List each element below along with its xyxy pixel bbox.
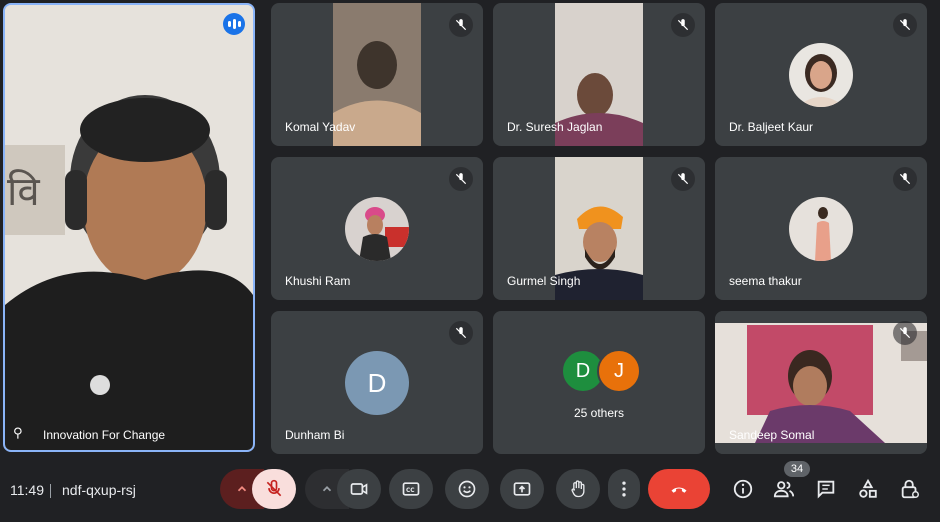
mic-off-icon: [449, 167, 473, 191]
chat-icon: [817, 480, 835, 499]
captions-button[interactable]: CC: [389, 469, 433, 509]
participant-name: Khushi Ram: [285, 274, 351, 288]
avatar: [345, 197, 409, 261]
avatar: [789, 43, 853, 107]
participant-name: Dr. Suresh Jaglan: [507, 120, 603, 134]
mic-off-icon: [449, 13, 473, 37]
avatar: J: [597, 349, 641, 393]
mic-off-icon: [266, 479, 282, 497]
participant-name: Gurmel Singh: [507, 274, 581, 288]
participant-name: Innovation For Change: [43, 428, 166, 442]
participant-tile-sandeep[interactable]: Sandeep Somal: [715, 311, 927, 454]
host-controls-button[interactable]: [894, 473, 926, 505]
hand-icon: [571, 480, 585, 498]
participant-tile-dunham[interactable]: D Dunham Bi: [271, 311, 483, 454]
participant-tile-seema[interactable]: seema thakur: [715, 157, 927, 300]
chevron-up-icon: [322, 486, 332, 492]
participant-name: seema thakur: [729, 274, 802, 288]
chat-button[interactable]: [810, 473, 842, 505]
others-tile[interactable]: D J 25 others: [493, 311, 705, 454]
participant-tile-suresh[interactable]: Dr. Suresh Jaglan: [493, 3, 705, 146]
captions-icon: CC: [402, 482, 420, 496]
participant-name: Komal Yadav: [285, 120, 356, 134]
reactions-button[interactable]: [445, 469, 489, 509]
lock-person-icon: [901, 479, 919, 499]
speaker-tile[interactable]: वि ⚲ Innovation For Change: [3, 3, 255, 452]
participant-tile-khushi[interactable]: Khushi Ram: [271, 157, 483, 300]
camera-toggle-button[interactable]: [337, 469, 381, 509]
leave-call-button[interactable]: [648, 469, 710, 509]
present-icon: [513, 482, 531, 496]
speaking-indicator: [223, 13, 245, 35]
pin-icon[interactable]: ⚲: [13, 425, 23, 441]
people-icon: [773, 481, 795, 498]
video-camera-icon: [350, 483, 368, 495]
present-screen-button[interactable]: [500, 469, 544, 509]
participant-name: Dunham Bi: [285, 428, 345, 442]
avatar: [789, 197, 853, 261]
people-button[interactable]: [768, 473, 800, 505]
participant-count-badge: 34: [784, 461, 810, 477]
activities-button[interactable]: [852, 473, 884, 505]
participant-tile-komal[interactable]: Komal Yadav: [271, 3, 483, 146]
mic-off-icon: [893, 321, 917, 345]
microphone-toggle-button[interactable]: [252, 469, 296, 509]
chevron-up-icon: [237, 486, 247, 492]
more-vert-icon: [622, 481, 626, 497]
svg-text:वि: वि: [7, 169, 40, 215]
mic-off-icon: [671, 167, 695, 191]
participant-tile-gurmel[interactable]: Gurmel Singh: [493, 157, 705, 300]
toolbar-divider: [50, 484, 51, 498]
meeting-details-button[interactable]: [727, 473, 759, 505]
mic-off-icon: [893, 13, 917, 37]
participant-tile-baljeet[interactable]: Dr. Baljeet Kaur: [715, 3, 927, 146]
svg-text:CC: CC: [406, 488, 415, 494]
more-options-button[interactable]: [608, 469, 640, 509]
participant-name: Dr. Baljeet Kaur: [729, 120, 814, 134]
meeting-time: 11:49: [10, 482, 44, 498]
participant-name: Sandeep Somal: [729, 428, 815, 442]
mic-off-icon: [449, 321, 473, 345]
meeting-code: ndf-qxup-rsj: [62, 482, 136, 498]
info-icon: [733, 479, 753, 499]
mic-off-icon: [671, 13, 695, 37]
emoji-icon: [458, 480, 476, 498]
speaker-video: वि: [5, 5, 253, 450]
end-call-icon: [671, 487, 687, 493]
shapes-icon: [859, 478, 877, 498]
mic-off-icon: [893, 167, 917, 191]
avatar: D: [345, 351, 409, 415]
others-count-label: 25 others: [573, 406, 625, 420]
raise-hand-button[interactable]: [556, 469, 600, 509]
